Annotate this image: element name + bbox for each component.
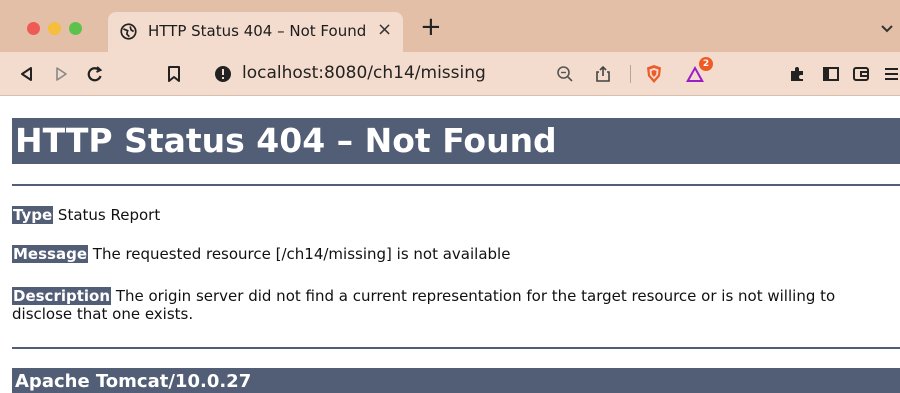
description-value: The origin server did not find a current…: [12, 287, 836, 323]
server-info: Apache Tomcat/10.0.27: [15, 371, 252, 392]
tab-close-icon[interactable]: ×: [377, 20, 392, 40]
zoom-window-button[interactable]: [69, 22, 82, 35]
share-icon[interactable]: [594, 65, 612, 83]
sidebar-icon[interactable]: [822, 65, 840, 83]
chevron-down-icon[interactable]: [880, 22, 894, 36]
description-row: Description The origin server did not fi…: [12, 287, 900, 323]
message-row: Message The requested resource [/ch14/mi…: [12, 245, 510, 263]
navigation-bar: localhost:8080/ch14/missing 2: [0, 52, 900, 96]
tab-bar: HTTP Status 404 – Not Found × +: [0, 0, 900, 52]
message-value: The requested resource [/ch14/missing] i…: [92, 245, 511, 263]
address-bar[interactable]: localhost:8080/ch14/missing 2: [200, 57, 730, 91]
wallet-icon[interactable]: [852, 65, 870, 83]
url-text[interactable]: localhost:8080/ch14/missing: [242, 63, 486, 83]
reload-icon[interactable]: [86, 65, 104, 83]
active-tab[interactable]: HTTP Status 404 – Not Found ×: [108, 12, 403, 52]
error-heading-bar: HTTP Status 404 – Not Found: [12, 118, 900, 164]
minimize-window-button[interactable]: [48, 22, 61, 35]
server-footer-bar: Apache Tomcat/10.0.27: [12, 368, 900, 393]
url-divider: [630, 65, 631, 83]
brave-shields-icon[interactable]: [644, 64, 664, 84]
divider: [12, 347, 900, 349]
extensions-icon[interactable]: [788, 65, 806, 83]
bookmark-icon[interactable]: [165, 65, 183, 83]
type-value: Status Report: [57, 206, 161, 224]
zoom-icon[interactable]: [556, 65, 574, 83]
tab-title: HTTP Status 404 – Not Found: [148, 22, 367, 40]
rewards-badge: 2: [699, 57, 713, 71]
page-title: HTTP Status 404 – Not Found: [15, 121, 557, 160]
forward-icon[interactable]: [52, 65, 70, 83]
type-label: Type: [12, 206, 54, 224]
menu-icon[interactable]: [884, 65, 898, 83]
info-icon[interactable]: [214, 65, 232, 83]
new-tab-button[interactable]: +: [420, 14, 442, 40]
divider: [12, 184, 900, 186]
globe-icon: [120, 23, 137, 40]
message-label: Message: [12, 245, 88, 263]
close-window-button[interactable]: [27, 22, 40, 35]
type-row: Type Status Report: [12, 206, 160, 224]
description-label: Description: [12, 287, 112, 305]
back-icon[interactable]: [18, 65, 36, 83]
